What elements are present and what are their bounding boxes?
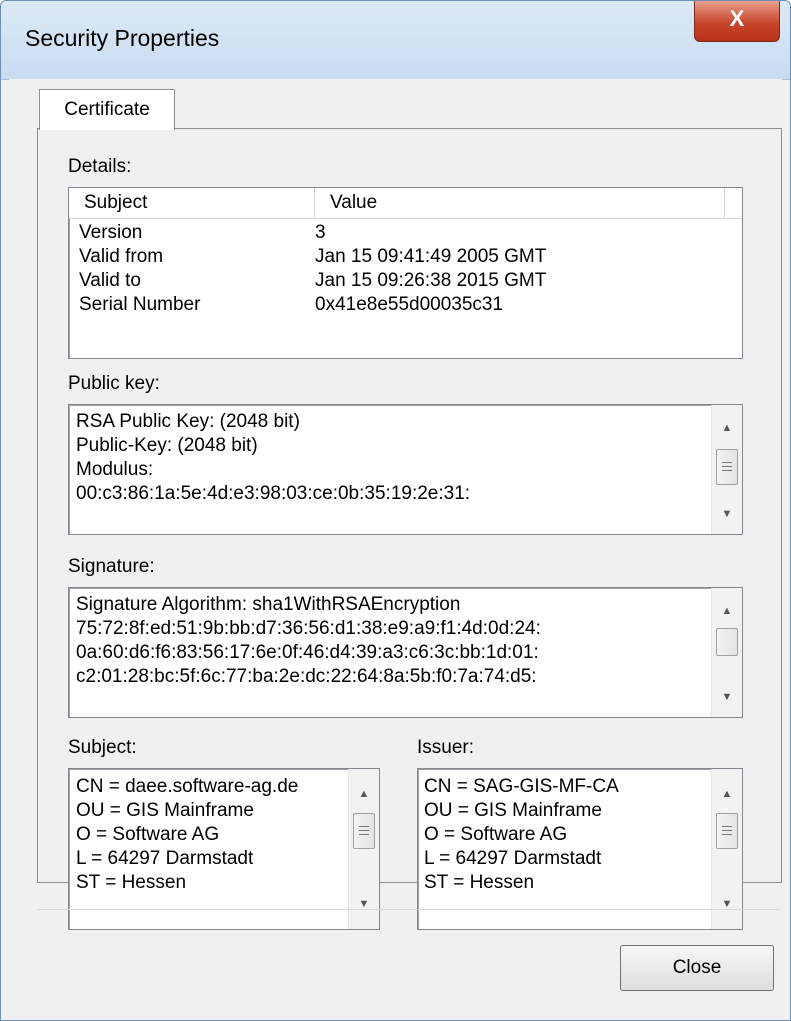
subject-textbox[interactable]: CN = daee.software-ag.de OU = GIS Mainfr… — [68, 768, 380, 930]
signature-textbox[interactable]: Signature Algorithm: sha1WithRSAEncrypti… — [68, 587, 743, 718]
public-key-textbox[interactable]: RSA Public Key: (2048 bit) Public-Key: (… — [68, 404, 743, 535]
scroll-up-icon[interactable]: ▲ — [349, 781, 379, 807]
details-label: Details: — [68, 156, 132, 177]
subject-line: O = Software AG — [76, 824, 220, 845]
signature-line: 0a:60:d6:f6:83:56:17:6e:0f:46:d4:39:a3:c… — [76, 642, 539, 663]
public-key-line: RSA Public Key: (2048 bit) — [76, 411, 300, 432]
row-subject: Valid to — [79, 270, 141, 291]
table-row[interactable]: Version 3 — [69, 221, 742, 245]
dialog-client: Certificate Details: Subject Value Versi… — [9, 79, 782, 1019]
tab-certificate[interactable]: Certificate — [39, 89, 175, 130]
subject-scrollbar[interactable]: ▲ ▼ — [348, 769, 379, 929]
table-row[interactable]: Valid to Jan 15 09:26:38 2015 GMT — [69, 269, 742, 293]
column-header-subject[interactable]: Subject — [69, 188, 315, 218]
subject-line: CN = daee.software-ag.de — [76, 776, 299, 797]
table-row[interactable]: Serial Number 0x41e8e55d00035c31 — [69, 293, 742, 317]
close-button[interactable]: Close — [620, 945, 774, 991]
close-window-icon[interactable]: X — [694, 1, 780, 42]
separator — [37, 909, 780, 910]
scroll-thumb[interactable] — [353, 813, 375, 849]
window-title: Security Properties — [25, 25, 220, 51]
row-value: 3 — [315, 222, 326, 243]
public-key-line: Modulus: — [76, 459, 154, 480]
row-subject: Serial Number — [79, 294, 201, 315]
scroll-down-icon[interactable]: ▼ — [349, 891, 379, 917]
details-header: Subject Value — [69, 188, 742, 219]
issuer-line: CN = SAG-GIS-MF-CA — [424, 776, 619, 797]
row-value: Jan 15 09:41:49 2005 GMT — [315, 246, 547, 267]
subject-line: OU = GIS Mainframe — [76, 800, 254, 821]
issuer-textbox[interactable]: CN = SAG-GIS-MF-CA OU = GIS Mainframe O … — [417, 768, 743, 930]
title-bar: Security Properties X — [1, 1, 790, 80]
signature-line: 75:72:8f:ed:51:9b:bb:d7:36:56:d1:38:e9:a… — [76, 618, 541, 639]
row-value: Jan 15 09:26:38 2015 GMT — [315, 270, 547, 291]
signature-scrollbar[interactable]: ▲ ▼ — [711, 588, 742, 717]
issuer-label: Issuer: — [417, 737, 475, 758]
scroll-thumb[interactable] — [716, 628, 738, 656]
scroll-down-icon[interactable]: ▼ — [712, 501, 742, 527]
subject-label: Subject: — [68, 737, 137, 758]
scroll-up-icon[interactable]: ▲ — [712, 415, 742, 441]
public-key-line: Public-Key: (2048 bit) — [76, 435, 258, 456]
certificate-panel: Details: Subject Value Version 3 Valid f… — [37, 128, 782, 930]
issuer-scrollbar[interactable]: ▲ ▼ — [711, 769, 742, 929]
public-key-scrollbar[interactable]: ▲ ▼ — [711, 405, 742, 534]
issuer-line: ST = Hessen — [424, 872, 535, 893]
table-row[interactable]: Valid from Jan 15 09:41:49 2005 GMT — [69, 245, 742, 269]
issuer-line: O = Software AG — [424, 824, 568, 845]
scroll-down-icon[interactable]: ▼ — [712, 684, 742, 710]
scroll-up-icon[interactable]: ▲ — [712, 781, 742, 807]
row-value: 0x41e8e55d00035c31 — [315, 294, 504, 315]
details-list[interactable]: Subject Value Version 3 Valid from Jan 1… — [68, 187, 743, 359]
subject-line: ST = Hessen — [76, 872, 187, 893]
issuer-line: OU = GIS Mainframe — [424, 800, 602, 821]
scroll-up-icon[interactable]: ▲ — [712, 598, 742, 624]
column-header-value[interactable]: Value — [315, 188, 725, 218]
scroll-thumb[interactable] — [716, 813, 738, 849]
row-subject: Valid from — [79, 246, 164, 267]
scroll-down-icon[interactable]: ▼ — [712, 891, 742, 917]
signature-line: Signature Algorithm: sha1WithRSAEncrypti… — [76, 594, 461, 615]
scroll-thumb[interactable] — [716, 449, 738, 485]
signature-line: c2:01:28:bc:5f:6c:77:ba:2e:dc:22:64:8a:5… — [76, 666, 537, 687]
row-subject: Version — [79, 222, 143, 243]
public-key-line: 00:c3:86:1a:5e:4d:e3:98:03:ce:0b:35:19:2… — [76, 483, 471, 504]
public-key-label: Public key: — [68, 373, 160, 394]
signature-label: Signature: — [68, 556, 155, 577]
security-properties-window: Security Properties X Certificate Detail… — [0, 0, 791, 1021]
issuer-line: L = 64297 Darmstadt — [424, 848, 602, 869]
subject-line: L = 64297 Darmstadt — [76, 848, 254, 869]
